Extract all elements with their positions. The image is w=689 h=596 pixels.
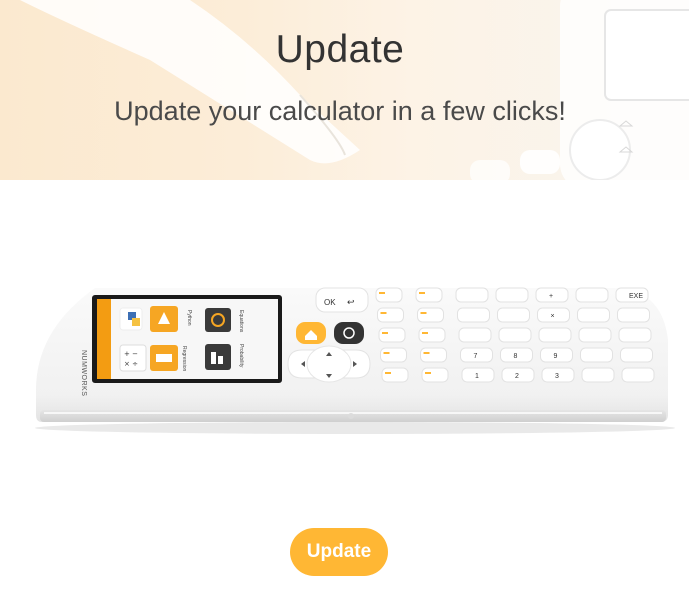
- calculator-key: [455, 287, 489, 303]
- calculator-key: [378, 327, 406, 343]
- key-shift-marker: [379, 292, 385, 294]
- update-page: Update Update your calculator in a few c…: [0, 0, 689, 596]
- calculator-key: [457, 307, 490, 323]
- svg-text:Equations: Equations: [238, 310, 244, 333]
- calculator-key: [458, 327, 492, 343]
- calculator-key: [621, 367, 655, 383]
- calculator-key: [497, 307, 530, 323]
- calculator-key-label: ×: [551, 313, 555, 320]
- hero-background-illustration: [20, 0, 689, 180]
- svg-text:↩: ↩: [347, 298, 355, 308]
- calculator-key-label: 8: [514, 353, 518, 360]
- key-shift-marker: [385, 372, 391, 374]
- calculator-key: [415, 287, 443, 303]
- calculator-key: [421, 367, 449, 383]
- calculator-key: [420, 347, 447, 363]
- calculator-key-label: 7: [474, 353, 478, 360]
- calculator-key: [577, 307, 610, 323]
- calculator-key: [578, 327, 612, 343]
- key-shift-marker: [419, 292, 425, 294]
- calculator-key-label: 2: [515, 373, 519, 380]
- key-shift-marker: [383, 352, 390, 354]
- calculator-key: [417, 307, 444, 323]
- key-shift-marker: [423, 352, 430, 354]
- key-shift-marker: [422, 332, 428, 334]
- calculator-illustration: NUMWORKS + − × ÷ Python Regression Equat…: [35, 287, 675, 434]
- calculator-key: [580, 347, 613, 363]
- svg-text:+ −: + −: [124, 350, 138, 358]
- calculator-key: [581, 367, 615, 383]
- key-shift-marker: [420, 312, 427, 314]
- calculator-key: [381, 367, 409, 383]
- svg-text:Probability: Probability: [238, 344, 244, 368]
- calculator-key: [380, 347, 407, 363]
- brand-label: NUMWORKS: [80, 350, 87, 396]
- calculator-key-label: +: [549, 293, 553, 300]
- calculator-key-label: 3: [555, 373, 559, 380]
- page-subtitle: Update your calculator in a few clicks!: [114, 96, 566, 126]
- calculator-key-label: 9: [554, 353, 558, 360]
- calculator-key: [377, 307, 404, 323]
- svg-text:Python: Python: [186, 310, 192, 326]
- svg-text:× ÷: × ÷: [124, 360, 138, 368]
- calculator-screen: + − × ÷ Python Regression Equations Prob…: [92, 295, 282, 383]
- calculator-key: [538, 327, 572, 343]
- key-shift-marker: [425, 372, 431, 374]
- svg-text:OK: OK: [324, 298, 336, 307]
- calculator-key: [617, 307, 650, 323]
- calculator-key: [418, 327, 446, 343]
- page-title: Update: [275, 28, 405, 71]
- calculator-key: [620, 347, 653, 363]
- svg-text:Regression: Regression: [181, 346, 187, 372]
- hero-banner: Update Update your calculator in a few c…: [0, 0, 689, 180]
- calculator-key: [575, 287, 609, 303]
- calculator-key: [495, 287, 529, 303]
- key-shift-marker: [382, 332, 388, 334]
- calculator-key-label: EXE: [629, 293, 643, 300]
- calculator-key: [618, 327, 652, 343]
- update-button[interactable]: Update: [290, 528, 388, 576]
- key-shift-marker: [380, 312, 387, 314]
- calculator-key: [498, 327, 532, 343]
- calculator-key-label: 1: [475, 373, 479, 380]
- calculator-key: [375, 287, 403, 303]
- power-key: [334, 322, 364, 344]
